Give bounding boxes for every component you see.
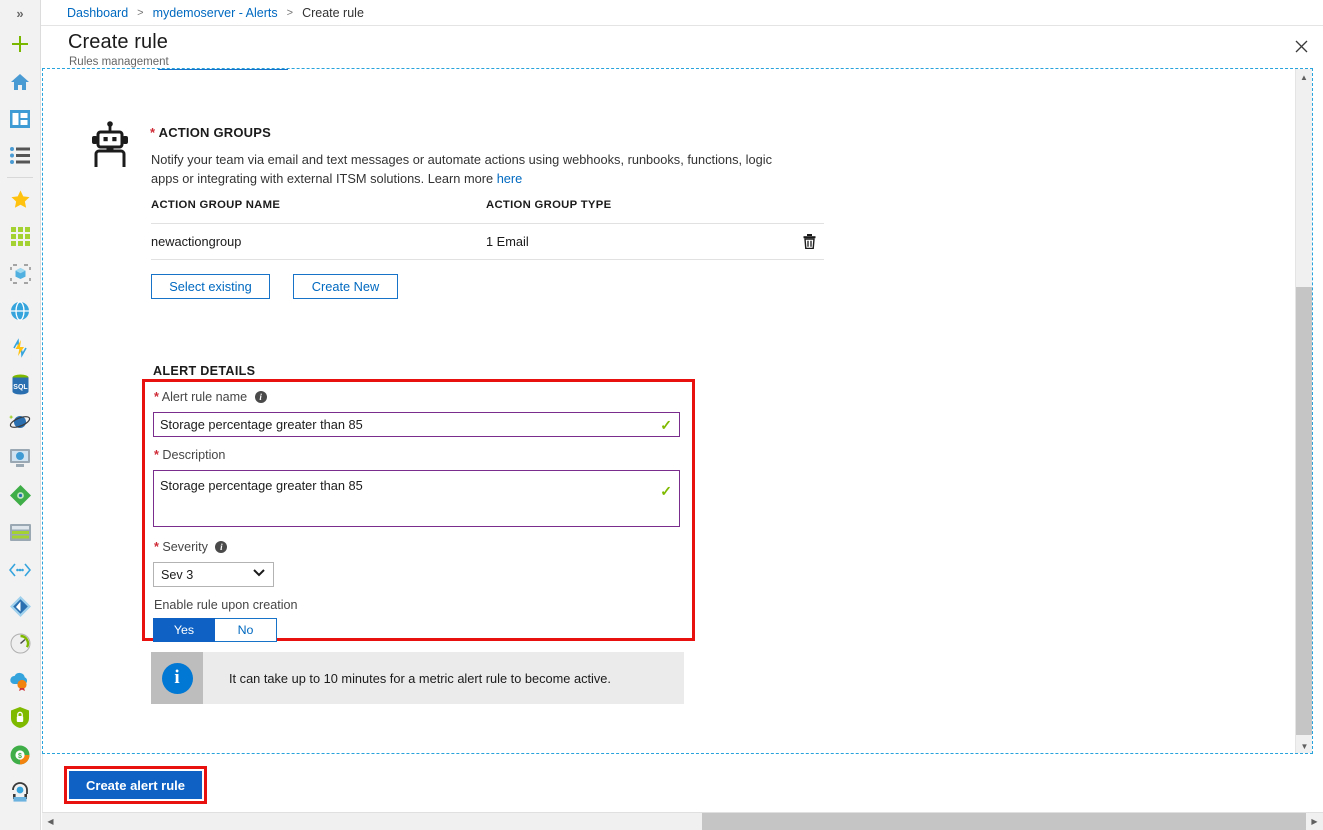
description-label: * Description — [154, 448, 225, 462]
enable-rule-yes-button[interactable]: Yes — [153, 618, 215, 642]
monitor-icon[interactable] — [0, 625, 40, 662]
svg-text:SQL: SQL — [13, 384, 28, 391]
severity-select[interactable]: Sev 3 — [153, 562, 274, 587]
cell-action-group-type: 1 Email — [486, 234, 529, 249]
alert-rule-name-label-text: Alert rule name — [161, 390, 248, 404]
table-header-row: ACTION GROUP NAME ACTION GROUP TYPE — [151, 199, 824, 223]
action-groups-description-text: Notify your team via email and text mess… — [151, 152, 772, 186]
all-resources-icon[interactable] — [0, 218, 40, 255]
action-groups-buttons: Select existing Create New — [151, 274, 398, 299]
help-support-icon[interactable] — [0, 773, 40, 810]
learn-more-link[interactable]: here — [497, 171, 523, 186]
blade-footer: Create alert rule — [42, 754, 1313, 812]
required-asterisk: * — [150, 125, 156, 140]
alert-rule-name-label: * Alert rule name i — [154, 390, 267, 404]
blade-content: * ACTION GROUPS Notify your team via ema… — [42, 68, 1313, 754]
column-header-action-group-name: ACTION GROUP NAME — [151, 199, 281, 211]
create-new-button[interactable]: Create New — [293, 274, 398, 299]
select-existing-button[interactable]: Select existing — [151, 274, 270, 299]
scroll-up-button[interactable]: ▲ — [1296, 69, 1312, 86]
app-services-icon[interactable] — [0, 292, 40, 329]
vertical-scrollbar-thumb[interactable] — [1296, 287, 1312, 735]
virtual-networks-icon[interactable] — [0, 551, 40, 588]
cell-action-group-name: newactiongroup — [151, 234, 242, 249]
alert-rule-name-input[interactable] — [154, 413, 679, 436]
breadcrumb-item-create-rule: Create rule — [302, 5, 364, 20]
severity-label-text: Severity — [162, 540, 208, 554]
sql-databases-icon[interactable]: SQL — [0, 366, 40, 403]
horizontal-scrollbar[interactable]: ◀ ▶ — [42, 812, 1323, 830]
blade-header: Create rule Rules management — [41, 26, 1323, 68]
required-asterisk: * — [154, 448, 159, 462]
severity-label: * Severity i — [154, 540, 228, 554]
info-banner-text: It can take up to 10 minutes for a metri… — [229, 670, 611, 686]
description-textarea[interactable] — [154, 471, 679, 526]
all-services-icon[interactable] — [0, 137, 40, 174]
chevron-down-icon — [253, 568, 265, 580]
breadcrumb-item-dashboard[interactable]: Dashboard — [67, 6, 128, 20]
info-icon[interactable]: i — [215, 540, 228, 553]
resource-groups-icon[interactable] — [0, 255, 40, 292]
storage-accounts-icon[interactable] — [0, 514, 40, 551]
vertical-scrollbar[interactable]: ▲ ▼ — [1295, 69, 1312, 753]
create-resource-icon[interactable] — [0, 26, 40, 63]
required-asterisk: * — [154, 390, 159, 404]
breadcrumb: Dashboard > mydemoserver - Alerts > Crea… — [41, 0, 1323, 26]
page-subtitle: Rules management — [69, 56, 169, 68]
info-icon[interactable]: i — [254, 390, 267, 403]
scroll-down-button[interactable]: ▼ — [1296, 738, 1312, 753]
page-title: Create rule — [68, 31, 169, 53]
valid-check-icon: ✓ — [660, 416, 672, 433]
info-banner-icon-box: i — [151, 652, 203, 704]
horizontal-scrollbar-thumb[interactable] — [702, 813, 1306, 830]
description-label-text: Description — [162, 448, 226, 462]
valid-check-icon: ✓ — [660, 483, 672, 499]
left-icon-rail: » SQL $ — [0, 0, 41, 830]
alert-rule-name-input-wrap: ✓ — [153, 412, 680, 437]
favorites-icon[interactable] — [0, 181, 40, 218]
advisor-icon[interactable] — [0, 662, 40, 699]
scroll-right-button[interactable]: ▶ — [1306, 813, 1323, 830]
action-groups-heading-label: ACTION GROUPS — [158, 125, 271, 140]
breadcrumb-separator: > — [286, 6, 294, 19]
cost-management-icon[interactable]: $ — [0, 736, 40, 773]
scroll-left-button[interactable]: ◀ — [42, 813, 59, 830]
azure-active-directory-icon[interactable] — [0, 588, 40, 625]
action-groups-heading: * ACTION GROUPS — [150, 125, 271, 140]
table-row[interactable]: newactiongroup 1 Email — [151, 223, 824, 260]
close-icon[interactable] — [1288, 33, 1314, 59]
function-apps-icon[interactable] — [0, 329, 40, 366]
scrolled-off-button — [158, 69, 288, 70]
info-banner: i It can take up to 10 minutes for a met… — [151, 652, 684, 704]
dashboard-icon[interactable] — [0, 100, 40, 137]
alert-details-heading: ALERT DETAILS — [153, 364, 256, 378]
create-alert-rule-highlight: Create alert rule — [64, 766, 207, 804]
breadcrumb-item-alerts[interactable]: mydemoserver - Alerts — [153, 6, 278, 20]
severity-selected-value: Sev 3 — [161, 567, 194, 582]
trash-icon[interactable] — [794, 234, 824, 249]
home-icon[interactable] — [0, 63, 40, 100]
enable-rule-label: Enable rule upon creation — [154, 598, 298, 612]
virtual-machines-icon[interactable] — [0, 440, 40, 477]
load-balancers-icon[interactable] — [0, 477, 40, 514]
azure-cosmos-db-icon[interactable] — [0, 403, 40, 440]
alert-details-highlight-box: * Alert rule name i ✓ * Description ✓ * … — [142, 379, 695, 642]
expand-sidebar-button[interactable]: » — [0, 0, 40, 26]
enable-rule-no-button[interactable]: No — [215, 618, 277, 642]
description-input-wrap: ✓ — [153, 470, 680, 527]
action-groups-description: Notify your team via email and text mess… — [151, 150, 791, 188]
svg-text:$: $ — [18, 753, 22, 760]
enable-rule-toggle: Yes No — [153, 618, 277, 642]
security-center-icon[interactable] — [0, 699, 40, 736]
action-groups-table: ACTION GROUP NAME ACTION GROUP TYPE newa… — [151, 199, 824, 260]
robot-icon — [86, 121, 134, 174]
create-alert-rule-button[interactable]: Create alert rule — [69, 771, 202, 799]
required-asterisk: * — [154, 540, 159, 554]
column-header-action-group-type: ACTION GROUP TYPE — [486, 199, 612, 211]
breadcrumb-separator: > — [137, 6, 144, 19]
rail-divider — [7, 177, 33, 178]
info-icon: i — [161, 662, 193, 694]
